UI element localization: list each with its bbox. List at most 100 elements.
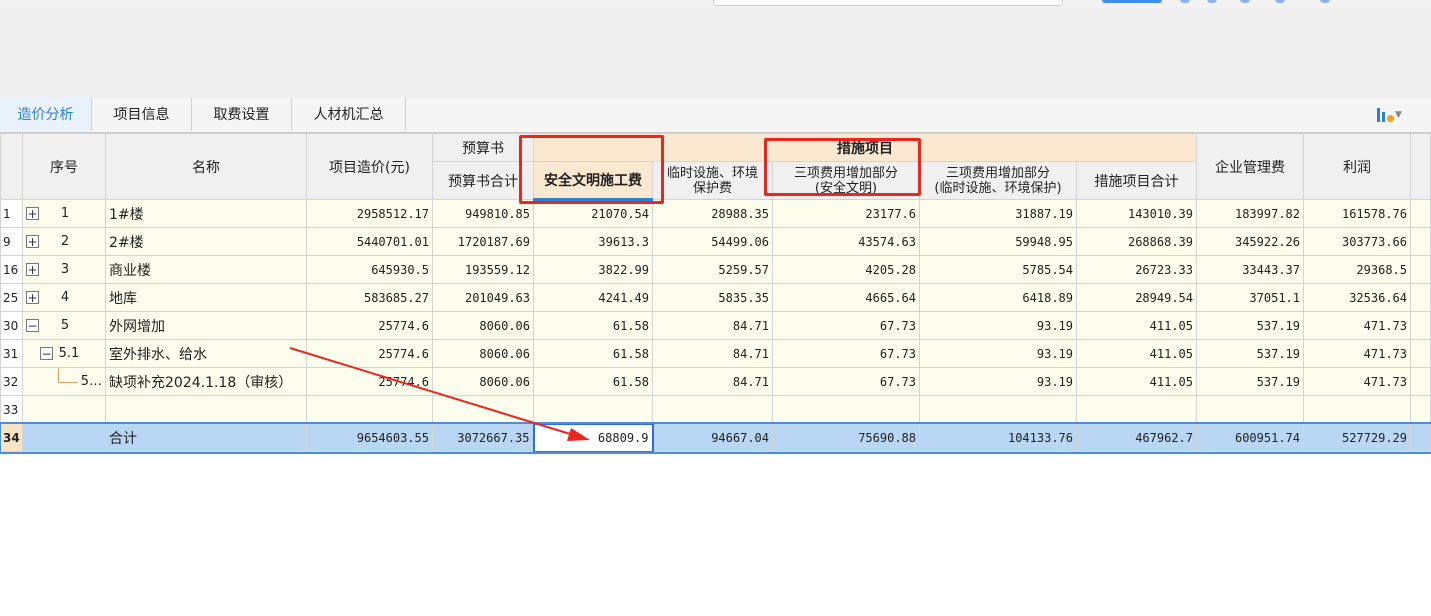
mgmt-cell[interactable]: 37051.1	[1196, 283, 1304, 312]
empty-cell[interactable]	[306, 395, 433, 424]
measures-cell[interactable]: 143010.39	[1076, 199, 1197, 228]
safety-total-cell[interactable]: 68809.9	[532, 422, 654, 453]
profit-cell[interactable]: 527729.29	[1303, 423, 1411, 452]
header-mgmt[interactable]: 企业管理费	[1196, 133, 1304, 200]
measures-cell[interactable]: 411.05	[1076, 367, 1197, 396]
three-b-cell[interactable]: 93.19	[919, 339, 1077, 368]
empty-cell[interactable]	[432, 395, 534, 424]
profit-cell[interactable]: 29368.5	[1303, 255, 1411, 284]
empty-cell[interactable]	[1076, 395, 1197, 424]
total-label[interactable]: 合计	[105, 423, 307, 452]
safety-cell[interactable]: 61.58	[533, 311, 653, 340]
expand-icon[interactable]: +	[26, 263, 39, 276]
temp-cell[interactable]: 94667.04	[652, 423, 773, 452]
name-cell[interactable]: 外网增加	[105, 311, 307, 340]
table-row[interactable]: 1 +1 1#楼 2958512.17 949810.85 21070.54 2…	[0, 199, 1431, 228]
table-row[interactable]: 9 +2 2#楼 5440701.01 1720187.69 39613.3 5…	[0, 227, 1431, 256]
cost-cell[interactable]: 25774.6	[306, 339, 433, 368]
measures-cell[interactable]: 411.05	[1076, 339, 1197, 368]
three-b-cell[interactable]: 93.19	[919, 311, 1077, 340]
cost-cell[interactable]: 9654603.55	[306, 423, 433, 452]
header-budget-total[interactable]: 预算书合计	[432, 161, 534, 200]
three-a-cell[interactable]: 23177.6	[772, 199, 920, 228]
empty-cell[interactable]	[772, 395, 920, 424]
empty-cell[interactable]	[652, 395, 773, 424]
mgmt-cell[interactable]: 345922.26	[1196, 227, 1304, 256]
seq-cell[interactable]: −5	[22, 311, 106, 340]
empty-cell[interactable]	[22, 395, 106, 424]
mgmt-cell[interactable]: 600951.74	[1196, 423, 1304, 452]
profit-cell[interactable]: 161578.76	[1303, 199, 1411, 228]
profit-cell[interactable]: 303773.66	[1303, 227, 1411, 256]
header-temp[interactable]: 临时设施、环境 保护费	[652, 161, 773, 200]
seq-cell[interactable]: +2	[22, 227, 106, 256]
temp-cell[interactable]: 28988.35	[652, 199, 773, 228]
mgmt-cell[interactable]: 33443.37	[1196, 255, 1304, 284]
cost-cell[interactable]: 2958512.17	[306, 199, 433, 228]
empty-cell[interactable]	[533, 395, 653, 424]
table-row[interactable]: 30 −5 外网增加 25774.6 8060.06 61.58 84.71 6…	[0, 311, 1431, 340]
empty-cell[interactable]	[105, 395, 307, 424]
seq-cell[interactable]: +4	[22, 283, 106, 312]
three-a-cell[interactable]: 67.73	[772, 367, 920, 396]
three-b-cell[interactable]: 93.19	[919, 367, 1077, 396]
total-row[interactable]: 34 合计 9654603.55 3072667.35 68809.9 9466…	[0, 421, 1431, 454]
header-cost[interactable]: 项目造价(元)	[306, 133, 433, 200]
toolbar-icon[interactable]	[1240, 0, 1250, 3]
profit-cell[interactable]: 471.73	[1303, 311, 1411, 340]
column-settings-button[interactable]: ▼	[1377, 105, 1409, 125]
three-b-cell[interactable]: 31887.19	[919, 199, 1077, 228]
three-a-cell[interactable]: 43574.63	[772, 227, 920, 256]
three-a-cell[interactable]: 67.73	[772, 339, 920, 368]
empty-row[interactable]: 33	[0, 395, 1431, 424]
budget-cell[interactable]: 201049.63	[432, 283, 534, 312]
safety-cell[interactable]: 21070.54	[533, 199, 653, 228]
tab-project-info[interactable]: 项目信息	[92, 98, 192, 131]
collapse-icon[interactable]: −	[40, 347, 53, 360]
cost-cell[interactable]: 645930.5	[306, 255, 433, 284]
profit-cell[interactable]: 32536.64	[1303, 283, 1411, 312]
toolbar-icon[interactable]	[1320, 0, 1330, 3]
cost-cell[interactable]: 583685.27	[306, 283, 433, 312]
budget-cell[interactable]: 3072667.35	[432, 423, 534, 452]
safety-cell[interactable]: 61.58	[533, 367, 653, 396]
mgmt-cell[interactable]: 537.19	[1196, 311, 1304, 340]
three-a-cell[interactable]: 67.73	[772, 311, 920, 340]
budget-cell[interactable]: 8060.06	[432, 311, 534, 340]
temp-cell[interactable]: 84.71	[652, 311, 773, 340]
three-a-cell[interactable]: 4205.28	[772, 255, 920, 284]
name-cell[interactable]: 2#楼	[105, 227, 307, 256]
cost-cell[interactable]: 5440701.01	[306, 227, 433, 256]
top-primary-button[interactable]	[1102, 0, 1162, 3]
temp-cell[interactable]: 84.71	[652, 367, 773, 396]
seq-cell[interactable]: +3	[22, 255, 106, 284]
temp-cell[interactable]: 5835.35	[652, 283, 773, 312]
measures-cell[interactable]: 28949.54	[1076, 283, 1197, 312]
name-cell[interactable]: 室外排水、给水	[105, 339, 307, 368]
cost-cell[interactable]: 25774.6	[306, 367, 433, 396]
header-three-b[interactable]: 三项费用增加部分 (临时设施、环境保护)	[919, 161, 1077, 200]
measures-cell[interactable]: 268868.39	[1076, 227, 1197, 256]
mgmt-cell[interactable]: 537.19	[1196, 367, 1304, 396]
mgmt-cell[interactable]: 537.19	[1196, 339, 1304, 368]
three-a-cell[interactable]: 75690.88	[772, 423, 920, 452]
name-cell[interactable]: 地库	[105, 283, 307, 312]
empty-cell[interactable]	[1303, 395, 1411, 424]
profit-cell[interactable]: 471.73	[1303, 367, 1411, 396]
safety-cell[interactable]: 61.58	[533, 339, 653, 368]
seq-cell[interactable]: +1	[22, 199, 106, 228]
top-search-field[interactable]	[713, 0, 1063, 6]
profit-cell[interactable]: 471.73	[1303, 339, 1411, 368]
budget-cell[interactable]: 949810.85	[432, 199, 534, 228]
budget-cell[interactable]: 8060.06	[432, 367, 534, 396]
measures-cell[interactable]: 411.05	[1076, 311, 1197, 340]
empty-cell[interactable]	[1196, 395, 1304, 424]
budget-cell[interactable]: 193559.12	[432, 255, 534, 284]
temp-cell[interactable]: 84.71	[652, 339, 773, 368]
seq-cell[interactable]: −5.1	[22, 339, 106, 368]
mgmt-cell[interactable]: 183997.82	[1196, 199, 1304, 228]
expand-icon[interactable]: +	[26, 207, 39, 220]
name-cell[interactable]: 缺项补充2024.1.18（审核）	[105, 367, 307, 396]
tab-materials-summary[interactable]: 人材机汇总	[292, 98, 406, 131]
three-b-cell[interactable]: 6418.89	[919, 283, 1077, 312]
